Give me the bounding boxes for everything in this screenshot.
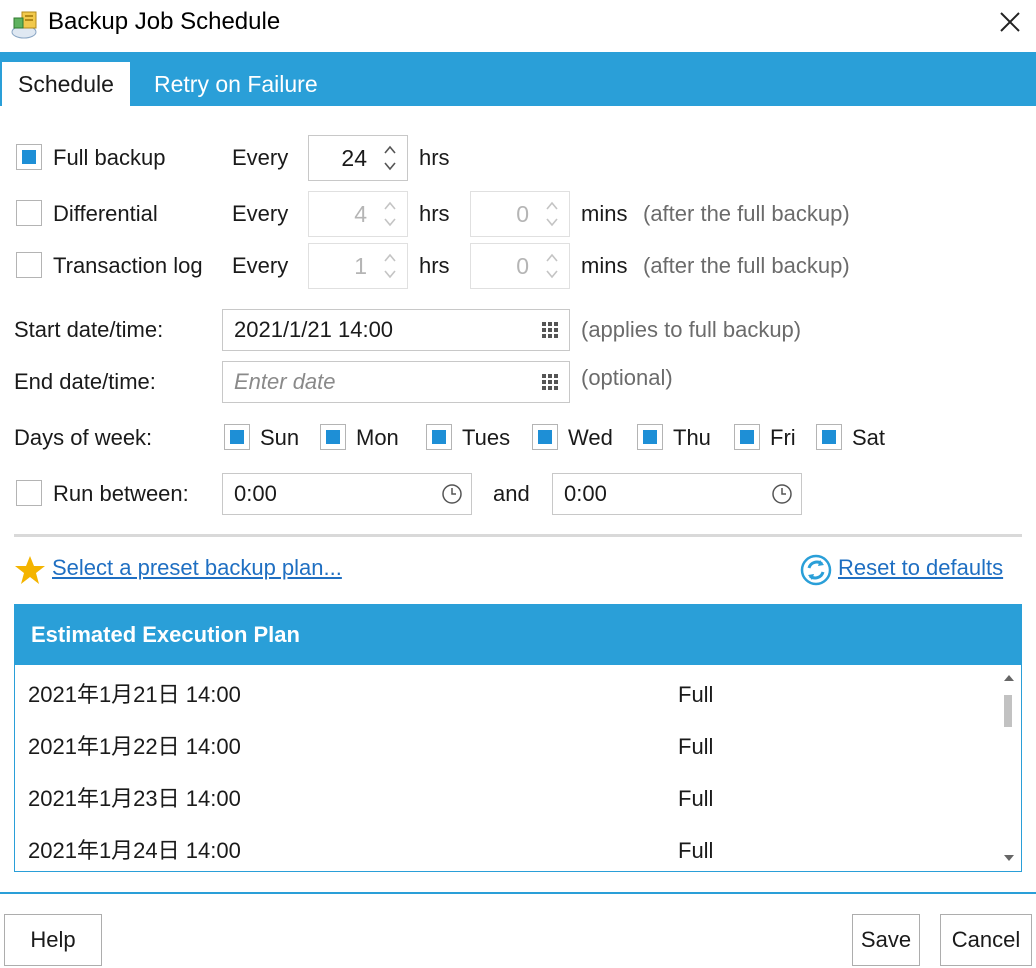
run-between-to-value: 0:00 [564,481,607,506]
day-fri-checkbox[interactable] [734,424,760,450]
differential-mins-value: 0 [516,201,529,227]
full-backup-checkbox[interactable] [16,144,42,170]
full-backup-hours-value: 24 [341,145,367,171]
full-backup-hours-spinner[interactable]: 24 [308,135,408,181]
full-backup-every-label: Every [232,145,289,170]
spinner-arrows-icon[interactable] [381,142,399,174]
spinner-arrows-icon [384,253,396,279]
transaction-log-label: Transaction log [53,253,203,278]
end-datetime-input[interactable]: Enter date [222,361,570,403]
plan-row-type: Full [678,682,714,707]
run-between-and-label: and [493,481,530,506]
preset-backup-plan-link[interactable]: Select a preset backup plan... [52,553,342,583]
execution-plan-panel: Estimated Execution Plan 2021年1月21日 14:0… [14,604,1022,872]
calendar-grid-icon[interactable] [539,319,561,341]
differential-hours-spinner: 4 [308,191,408,237]
transaction-log-mins-unit: mins [581,253,628,278]
run-between-from-value: 0:00 [234,481,277,506]
differential-checkbox[interactable] [16,200,42,226]
day-mon-label: Mon [356,425,399,450]
spinner-arrows-icon [546,253,558,279]
day-mon-checkbox[interactable] [320,424,346,450]
full-backup-label: Full backup [53,145,166,170]
clock-icon[interactable] [771,483,793,505]
start-datetime-note: (applies to full backup) [581,317,802,342]
differential-every-label: Every [232,201,289,226]
plan-row-date: 2021年1月24日 14:00 [28,838,241,863]
start-datetime-value: 2021/1/21 14:00 [234,317,394,342]
differential-hrs-unit: hrs [419,201,450,226]
start-datetime-label: Start date/time: [14,317,164,342]
differential-label: Differential [53,201,158,226]
plan-row: 2021年1月22日 14:00 Full [15,722,995,774]
start-datetime-input[interactable]: 2021/1/21 14:00 [222,309,570,351]
day-sat-label: Sat [852,425,886,450]
full-backup-hrs-unit: hrs [419,145,450,170]
transaction-log-mins-spinner: 0 [470,243,570,289]
day-wed-checkbox[interactable] [532,424,558,450]
scroll-thumb[interactable] [1004,695,1012,727]
tab-schedule[interactable]: Schedule [2,62,130,106]
cancel-button[interactable]: Cancel [940,914,1032,966]
differential-note: (after the full backup) [643,201,850,226]
run-between-label: Run between: [53,481,189,506]
plan-scrollbar[interactable] [999,667,1019,871]
plan-row-type: Full [678,734,714,759]
differential-mins-spinner: 0 [470,191,570,237]
scroll-up-arrow-icon[interactable] [1003,673,1015,683]
transaction-log-note: (after the full backup) [643,253,850,278]
scroll-down-arrow-icon[interactable] [1003,853,1015,863]
execution-plan-title: Estimated Execution Plan [15,605,1021,665]
save-button[interactable]: Save [852,914,920,966]
run-between-to-input[interactable]: 0:00 [552,473,802,515]
transaction-log-hours-spinner: 1 [308,243,408,289]
spinner-arrows-icon [384,201,396,227]
day-sun-label: Sun [260,425,300,450]
plan-row: 2021年1月21日 14:00 Full [15,670,995,722]
transaction-log-hrs-unit: hrs [419,253,450,278]
plan-row-type: Full [678,838,714,863]
day-fri-label: Fri [770,425,796,450]
plan-row: 2021年1月24日 14:00 Full [15,826,995,871]
plan-row: 2021年1月23日 14:00 Full [15,774,995,826]
plan-row-date: 2021年1月22日 14:00 [28,734,241,759]
calendar-grid-icon[interactable] [539,371,561,393]
reset-to-defaults-link[interactable]: Reset to defaults [838,553,1003,583]
day-tues-label: Tues [462,425,511,450]
day-thu-checkbox[interactable] [637,424,663,450]
reset-refresh-icon[interactable] [800,554,832,586]
plan-row-date: 2021年1月21日 14:00 [28,682,241,707]
end-datetime-placeholder: Enter date [234,369,336,394]
day-thu-label: Thu [673,425,711,450]
day-tues-checkbox[interactable] [426,424,452,450]
day-wed-label: Wed [568,425,613,450]
help-button[interactable]: Help [4,914,102,966]
spinner-arrows-icon [546,201,558,227]
section-divider [14,534,1022,537]
end-datetime-note: (optional) [581,365,673,390]
differential-hours-value: 4 [354,201,367,227]
days-of-week-label: Days of week: [14,425,153,450]
transaction-log-every-label: Every [232,253,289,278]
run-between-checkbox[interactable] [16,480,42,506]
window-title: Backup Job Schedule [48,8,281,35]
transaction-log-mins-value: 0 [516,253,529,279]
footer-divider [0,892,1036,894]
plan-row-date: 2021年1月23日 14:00 [28,786,241,811]
differential-mins-unit: mins [581,201,628,226]
transaction-log-checkbox[interactable] [16,252,42,278]
star-icon [15,556,45,584]
end-datetime-label: End date/time: [14,369,156,394]
day-sat-checkbox[interactable] [816,424,842,450]
run-between-from-input[interactable]: 0:00 [222,473,472,515]
close-button[interactable] [990,4,1030,40]
tab-retry-on-failure[interactable]: Retry on Failure [138,62,334,106]
day-sun-checkbox[interactable] [224,424,250,450]
close-icon [1000,12,1020,32]
clock-icon[interactable] [441,483,463,505]
transaction-log-hours-value: 1 [354,253,367,279]
backup-app-icon [10,8,42,40]
plan-row-type: Full [678,786,714,811]
